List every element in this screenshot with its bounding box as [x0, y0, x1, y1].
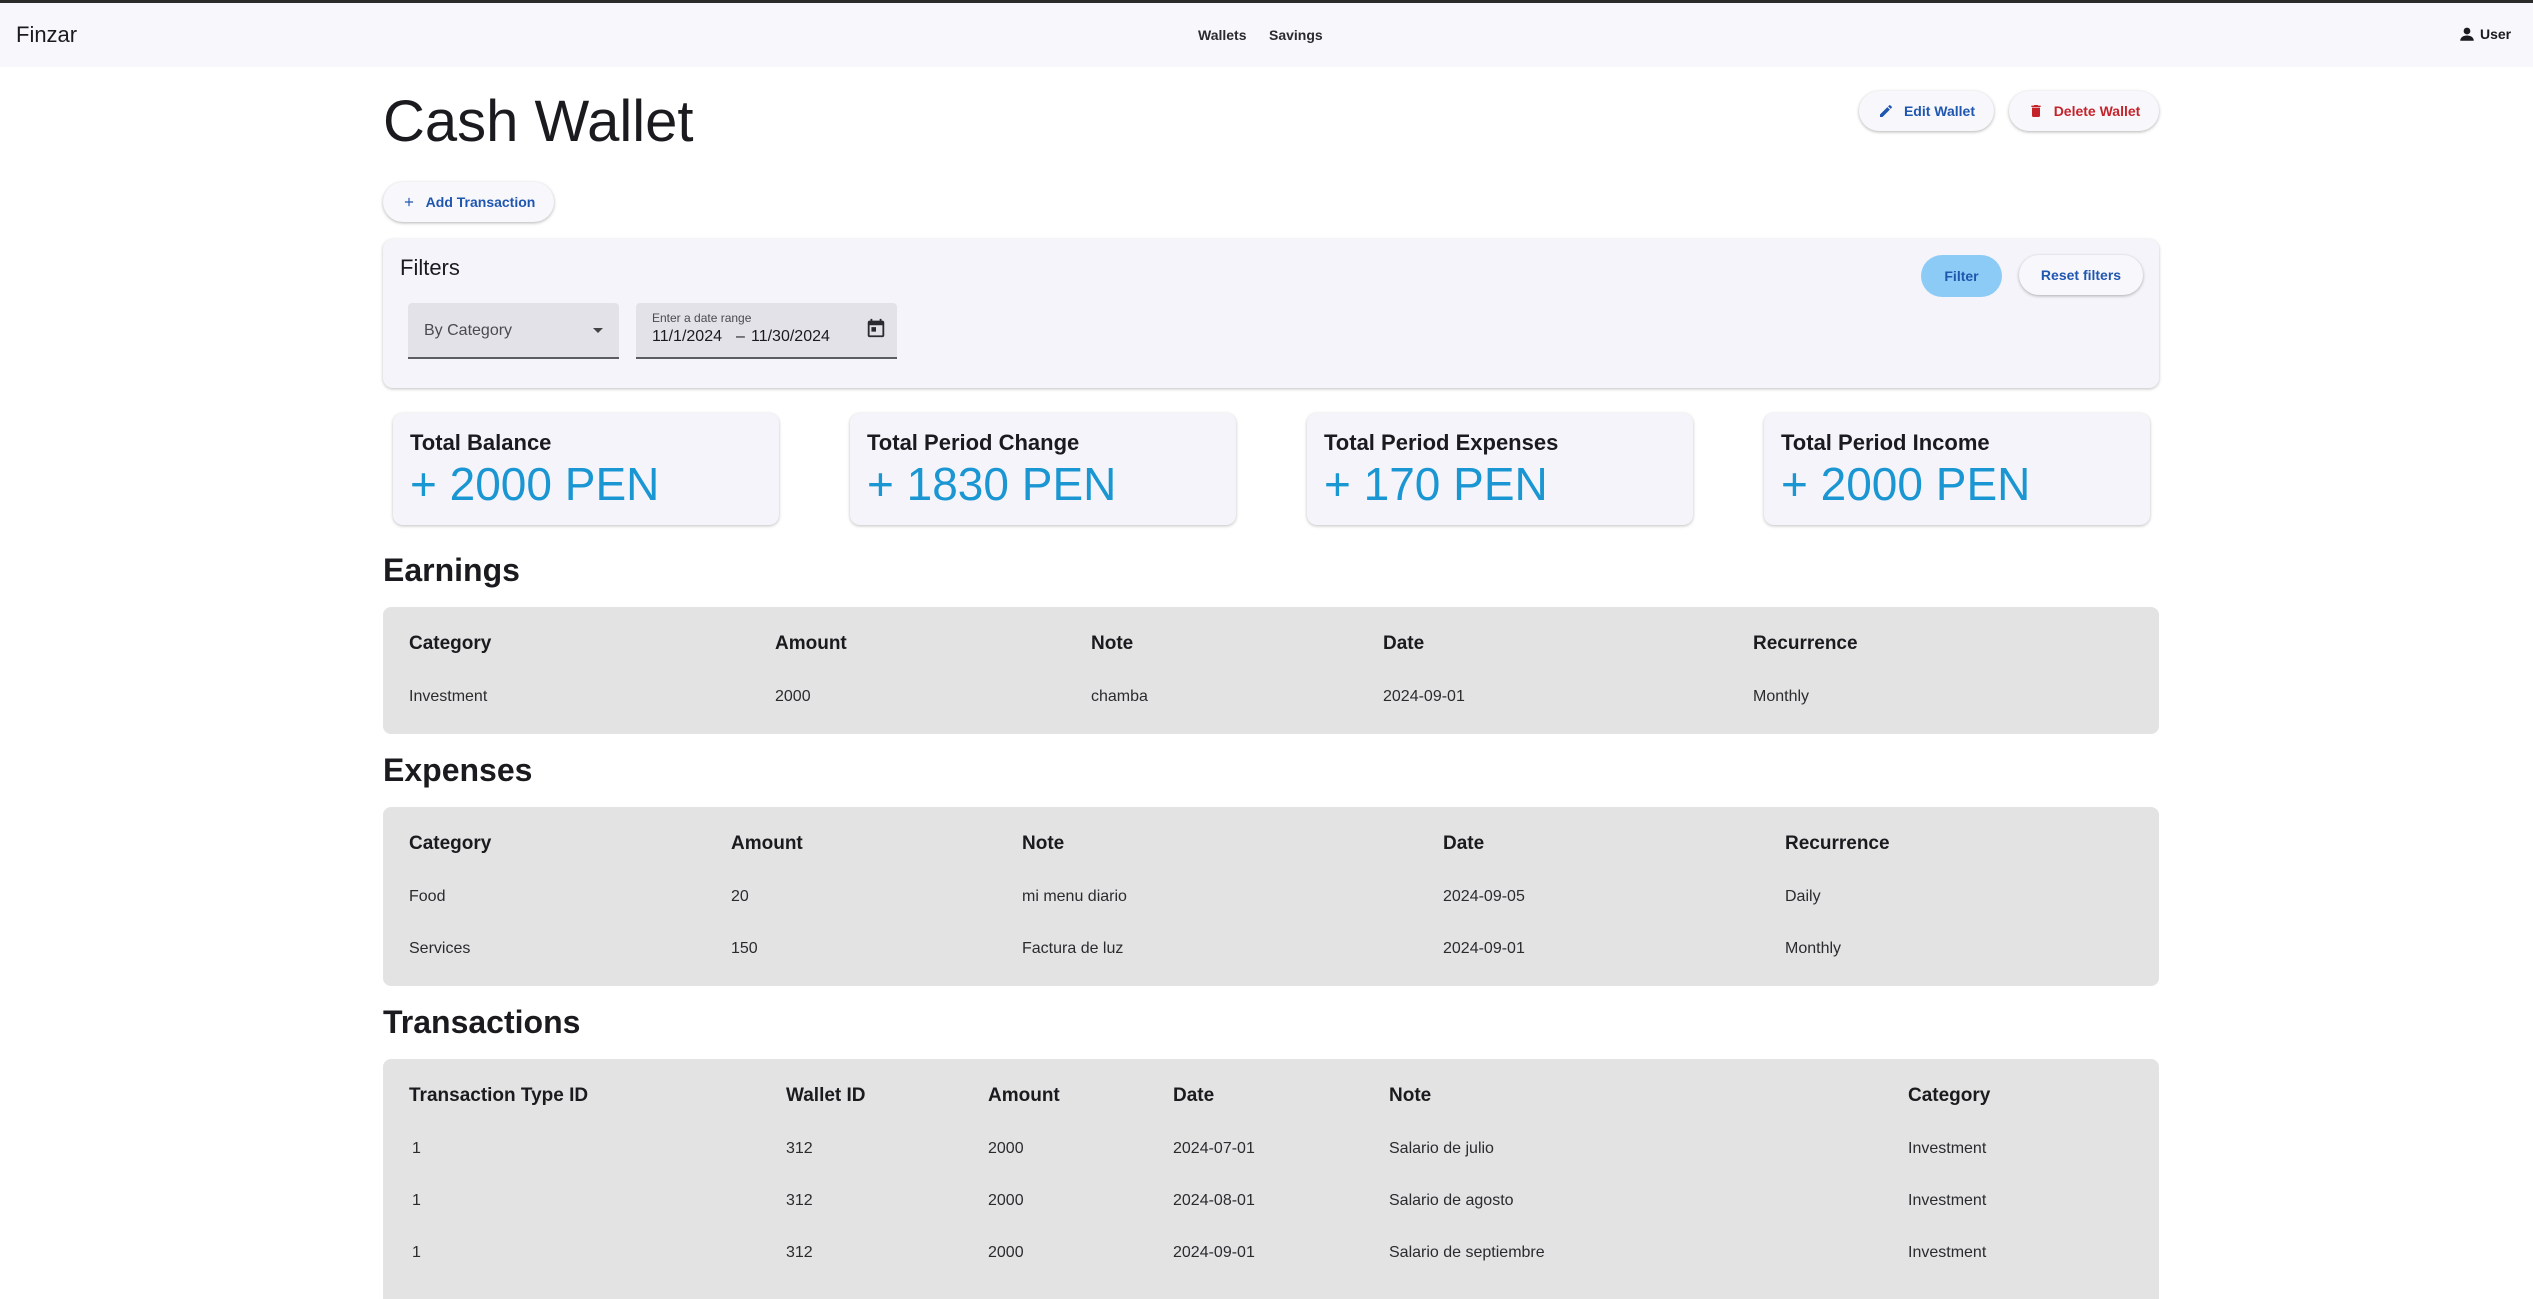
- table-cell: Salario de septiembre: [1389, 1244, 1545, 1261]
- table-cell: 150: [731, 940, 758, 957]
- column-header: Note: [1389, 1085, 1432, 1106]
- stat-value: + 2000 PEN: [410, 458, 660, 510]
- user-label: User: [2480, 26, 2512, 42]
- table-cell: 2024-08-01: [1173, 1192, 1255, 1209]
- stat-value: + 2000 PEN: [1781, 458, 2031, 510]
- stat-card-total-period-income: Total Period Income + 2000 PEN: [1764, 413, 2150, 525]
- column-header: Date: [1383, 633, 1425, 654]
- stat-label: Total Balance: [410, 430, 552, 455]
- table-cell: 1: [412, 1140, 421, 1157]
- table-cell: 2024-07-01: [1173, 1140, 1255, 1157]
- date-range-field[interactable]: Enter a date range 11/1/2024 – 11/30/202…: [636, 303, 897, 359]
- pencil-icon: [1879, 104, 1892, 117]
- column-header: Amount: [731, 833, 803, 854]
- category-select[interactable]: By Category: [408, 303, 619, 359]
- table-cell: 312: [786, 1192, 813, 1209]
- stat-label: Total Period Expenses: [1324, 430, 1559, 455]
- table-cell: Factura de luz: [1022, 940, 1124, 957]
- table-cell: Salario de julio: [1389, 1140, 1494, 1157]
- table-cell: Investment: [1908, 1244, 1987, 1261]
- edit-wallet-label: Edit Wallet: [1903, 103, 1976, 119]
- calendar-icon[interactable]: [865, 317, 887, 339]
- person-icon: [2460, 27, 2474, 41]
- filter-button[interactable]: Filter: [1921, 255, 2002, 297]
- nav-link-savings[interactable]: Savings: [1269, 27, 1323, 43]
- table-cell: Salario de agosto: [1389, 1192, 1514, 1209]
- table-cell: Daily: [1785, 888, 1821, 905]
- date-range-separator: –: [736, 328, 745, 345]
- brand-logo[interactable]: Finzar: [16, 22, 77, 48]
- table-cell: Monthly: [1785, 940, 1842, 957]
- table-cell: 2000: [988, 1244, 1024, 1261]
- column-header: Category: [409, 633, 492, 654]
- table-cell: 2024-09-01: [1443, 940, 1525, 957]
- table-cell: Investment: [1908, 1192, 1987, 1209]
- earnings-table: Category Amount Note Date Recurrence Inv…: [383, 607, 2159, 734]
- table-cell: 312: [786, 1140, 813, 1157]
- date-range-start-input[interactable]: 11/1/2024: [652, 328, 722, 346]
- add-transaction-label: Add Transaction: [425, 194, 536, 210]
- table-cell: 1: [412, 1244, 421, 1261]
- column-header: Date: [1173, 1085, 1215, 1106]
- column-header: Recurrence: [1753, 633, 1858, 654]
- column-header: Amount: [988, 1085, 1060, 1106]
- column-header: Note: [1091, 633, 1134, 654]
- date-range-end-input[interactable]: 11/30/2024: [751, 328, 830, 346]
- table-cell: 2024-09-05: [1443, 888, 1525, 905]
- table-cell: chamba: [1091, 688, 1148, 705]
- nav-link-wallets[interactable]: Wallets: [1198, 27, 1247, 43]
- stat-card-total-period-change: Total Period Change + 1830 PEN: [850, 413, 1236, 525]
- expenses-title: Expenses: [383, 752, 533, 788]
- table-cell: Investment: [1908, 1140, 1987, 1157]
- table-cell: 2000: [988, 1192, 1024, 1209]
- trash-icon: [2031, 105, 2041, 117]
- table-cell: Services: [409, 940, 471, 957]
- add-transaction-button[interactable]: Add Transaction: [383, 182, 554, 222]
- earnings-title: Earnings: [383, 552, 520, 588]
- category-select-value: By Category: [424, 322, 513, 339]
- table-cell: 20: [731, 888, 749, 905]
- plus-icon: [404, 197, 413, 207]
- reset-filters-button[interactable]: Reset filters: [2019, 255, 2143, 295]
- stat-value: + 1830 PEN: [867, 458, 1117, 510]
- column-header: Category: [409, 833, 492, 854]
- navbar: Finzar Wallets Savings User: [0, 3, 2533, 67]
- stat-card-total-balance: Total Balance + 2000 PEN: [393, 413, 779, 525]
- dropdown-arrow-icon: [593, 328, 603, 333]
- page-title: Cash Wallet: [383, 89, 694, 154]
- column-header: Amount: [775, 633, 847, 654]
- stat-label: Total Period Income: [1781, 430, 1990, 455]
- column-header: Wallet ID: [786, 1085, 866, 1106]
- expenses-table: Category Amount Note Date Recurrence Foo…: [383, 807, 2159, 986]
- stat-card-total-period-expenses: Total Period Expenses + 170 PEN: [1307, 413, 1693, 525]
- table-cell: 2000: [988, 1140, 1024, 1157]
- table-cell: 1: [412, 1192, 421, 1209]
- edit-wallet-button[interactable]: Edit Wallet: [1859, 91, 1994, 131]
- column-header: Note: [1022, 833, 1065, 854]
- column-header: Date: [1443, 833, 1485, 854]
- table-cell: 2000: [775, 688, 811, 705]
- column-header: Transaction Type ID: [409, 1085, 589, 1106]
- filters-panel: Filters Filter Reset filters By Category…: [383, 239, 2159, 388]
- column-header: Category: [1908, 1085, 1991, 1106]
- table-cell: Food: [409, 888, 446, 905]
- table-cell: Investment: [409, 688, 488, 705]
- transactions-title: Transactions: [383, 1004, 581, 1040]
- delete-wallet-button[interactable]: Delete Wallet: [2009, 91, 2159, 131]
- column-header: Recurrence: [1785, 833, 1890, 854]
- user-menu[interactable]: User: [2458, 25, 2511, 43]
- filters-title: Filters: [400, 255, 460, 280]
- delete-wallet-label: Delete Wallet: [2053, 103, 2141, 119]
- table-cell: Monthly: [1753, 688, 1810, 705]
- stat-label: Total Period Change: [867, 430, 1080, 455]
- table-cell: 312: [786, 1244, 813, 1261]
- transactions-table: Transaction Type ID Wallet ID Amount Dat…: [383, 1059, 2159, 1299]
- table-cell: 2024-09-01: [1173, 1244, 1255, 1261]
- table-cell: 2024-09-01: [1383, 688, 1465, 705]
- stat-value: + 170 PEN: [1324, 458, 1548, 510]
- date-range-label: Enter a date range: [652, 311, 752, 325]
- table-cell: mi menu diario: [1022, 888, 1127, 905]
